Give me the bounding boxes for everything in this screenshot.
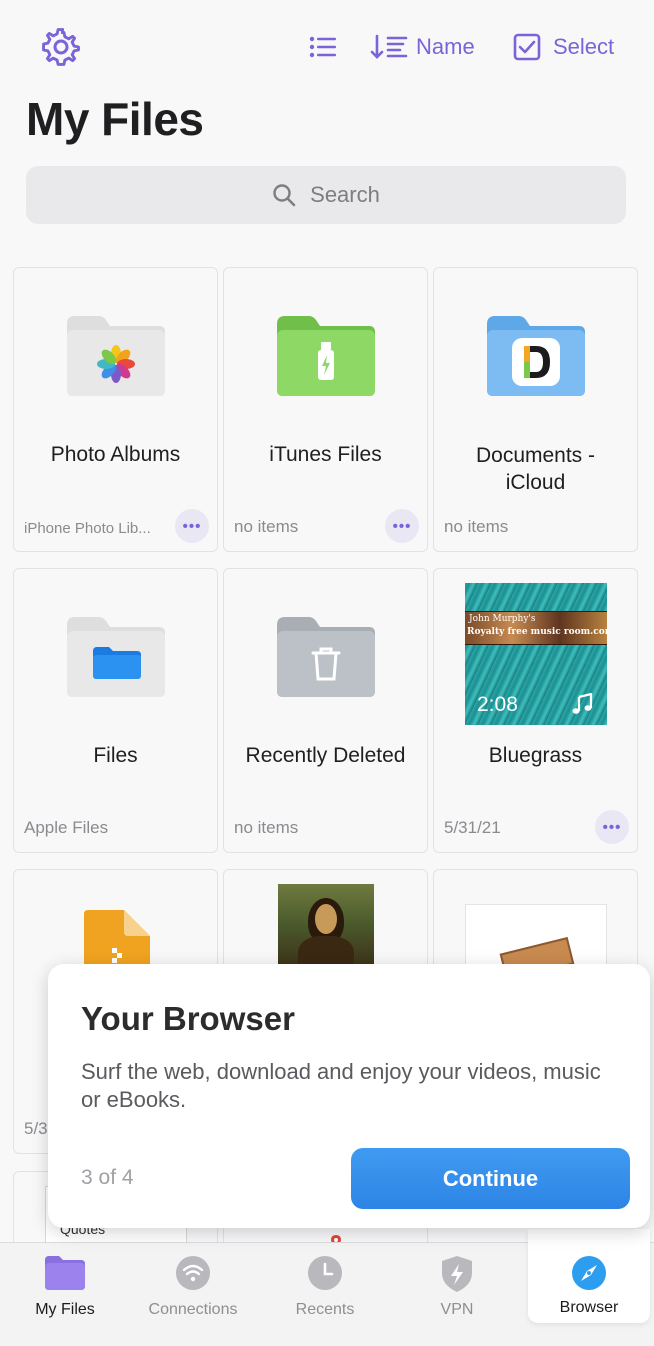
file-name: Photo Albums xyxy=(50,443,181,466)
select-label: Select xyxy=(553,34,615,59)
search-icon xyxy=(273,184,296,207)
tab-label: Recents xyxy=(295,1301,355,1318)
thumbnail-text-line-2: Royalty free music room.com xyxy=(467,627,607,637)
popup-step-indicator: 3 of 4 xyxy=(81,1166,134,1189)
folder-icon xyxy=(45,1256,85,1290)
file-item-bluegrass[interactable]: John Murphy's Royalty free music room.co… xyxy=(433,568,638,853)
tab-recents[interactable]: Recents xyxy=(260,1243,390,1346)
tab-label: Connections xyxy=(148,1301,238,1318)
file-item-photo-albums[interactable]: Photo Albums iPhone Photo Lib... ••• xyxy=(13,267,218,552)
file-name: Bluegrass xyxy=(488,744,583,767)
more-options-button[interactable]: ••• xyxy=(385,509,419,543)
select-button[interactable]: Select xyxy=(513,30,614,64)
popup-description: Surf the web, download and enjoy your vi… xyxy=(81,1059,601,1112)
file-subtitle: no items xyxy=(444,517,509,536)
tab-vpn[interactable]: VPN xyxy=(392,1243,522,1346)
files-folder-icon xyxy=(66,617,165,697)
page-title: My Files xyxy=(26,93,204,145)
thumbnail-banner: John Murphy's Royalty free music room.co… xyxy=(465,611,607,645)
onboarding-popup: Your Browser Surf the web, download and … xyxy=(48,964,650,1228)
file-subtitle: Apple Files xyxy=(24,818,109,837)
file-name: Files xyxy=(93,744,138,767)
documents-icloud-folder-icon xyxy=(486,316,585,396)
compass-icon xyxy=(572,1256,606,1290)
audio-thumbnail: John Murphy's Royalty free music room.co… xyxy=(465,583,607,725)
tab-label: My Files xyxy=(35,1301,95,1318)
file-subtitle: no items xyxy=(234,517,299,536)
tab-label: VPN xyxy=(440,1301,474,1318)
list-view-button[interactable] xyxy=(308,30,338,64)
search-placeholder: Search xyxy=(310,182,380,207)
file-subtitle: 5/3 xyxy=(24,1119,48,1138)
continue-button[interactable]: Continue xyxy=(351,1148,630,1209)
wifi-icon xyxy=(176,1256,210,1290)
tab-label: Browser xyxy=(559,1299,619,1316)
music-note-icon xyxy=(572,693,593,714)
top-toolbar: Name Select xyxy=(0,0,654,92)
clock-icon xyxy=(308,1256,342,1290)
tab-bar: My Files Connections Recents VPN Browser xyxy=(0,1229,654,1346)
file-item-files[interactable]: Files Apple Files xyxy=(13,568,218,853)
sort-label: Name xyxy=(416,34,475,59)
popup-title: Your Browser xyxy=(81,1000,295,1037)
search-input[interactable]: Search xyxy=(26,166,626,224)
file-subtitle: no items xyxy=(234,818,299,837)
sort-icon xyxy=(370,34,408,59)
itunes-usb-folder-icon xyxy=(276,316,375,396)
mona-lisa-image-thumbnail xyxy=(278,884,374,974)
file-name: Recently Deleted xyxy=(245,744,406,767)
thumbnail-text-line-1: John Murphy's xyxy=(469,614,536,624)
gear-icon[interactable] xyxy=(42,28,80,66)
file-subtitle: iPhone Photo Lib... xyxy=(24,520,151,537)
file-name: iTunes Files xyxy=(269,443,382,466)
trash-folder-icon xyxy=(276,617,375,697)
file-item-itunes-files[interactable]: iTunes Files no items ••• xyxy=(223,267,428,552)
tab-browser[interactable]: Browser xyxy=(528,1229,650,1323)
duration-label: 2:08 xyxy=(477,693,518,716)
list-icon xyxy=(309,36,336,58)
sort-button[interactable]: Name xyxy=(370,30,475,64)
photos-folder-icon xyxy=(66,316,165,396)
file-name: Documents - iCloud xyxy=(475,444,596,494)
more-options-button[interactable]: ••• xyxy=(595,810,629,844)
more-options-button[interactable]: ••• xyxy=(175,509,209,543)
file-item-recently-deleted[interactable]: Recently Deleted no items xyxy=(223,568,428,853)
checkbox-icon xyxy=(513,33,541,61)
shield-bolt-icon xyxy=(442,1256,472,1292)
file-item-documents-icloud[interactable]: Documents - iCloud no items xyxy=(433,267,638,552)
tab-connections[interactable]: Connections xyxy=(128,1243,258,1346)
file-subtitle: 5/31/21 xyxy=(444,818,501,837)
tab-my-files[interactable]: My Files xyxy=(0,1243,130,1346)
